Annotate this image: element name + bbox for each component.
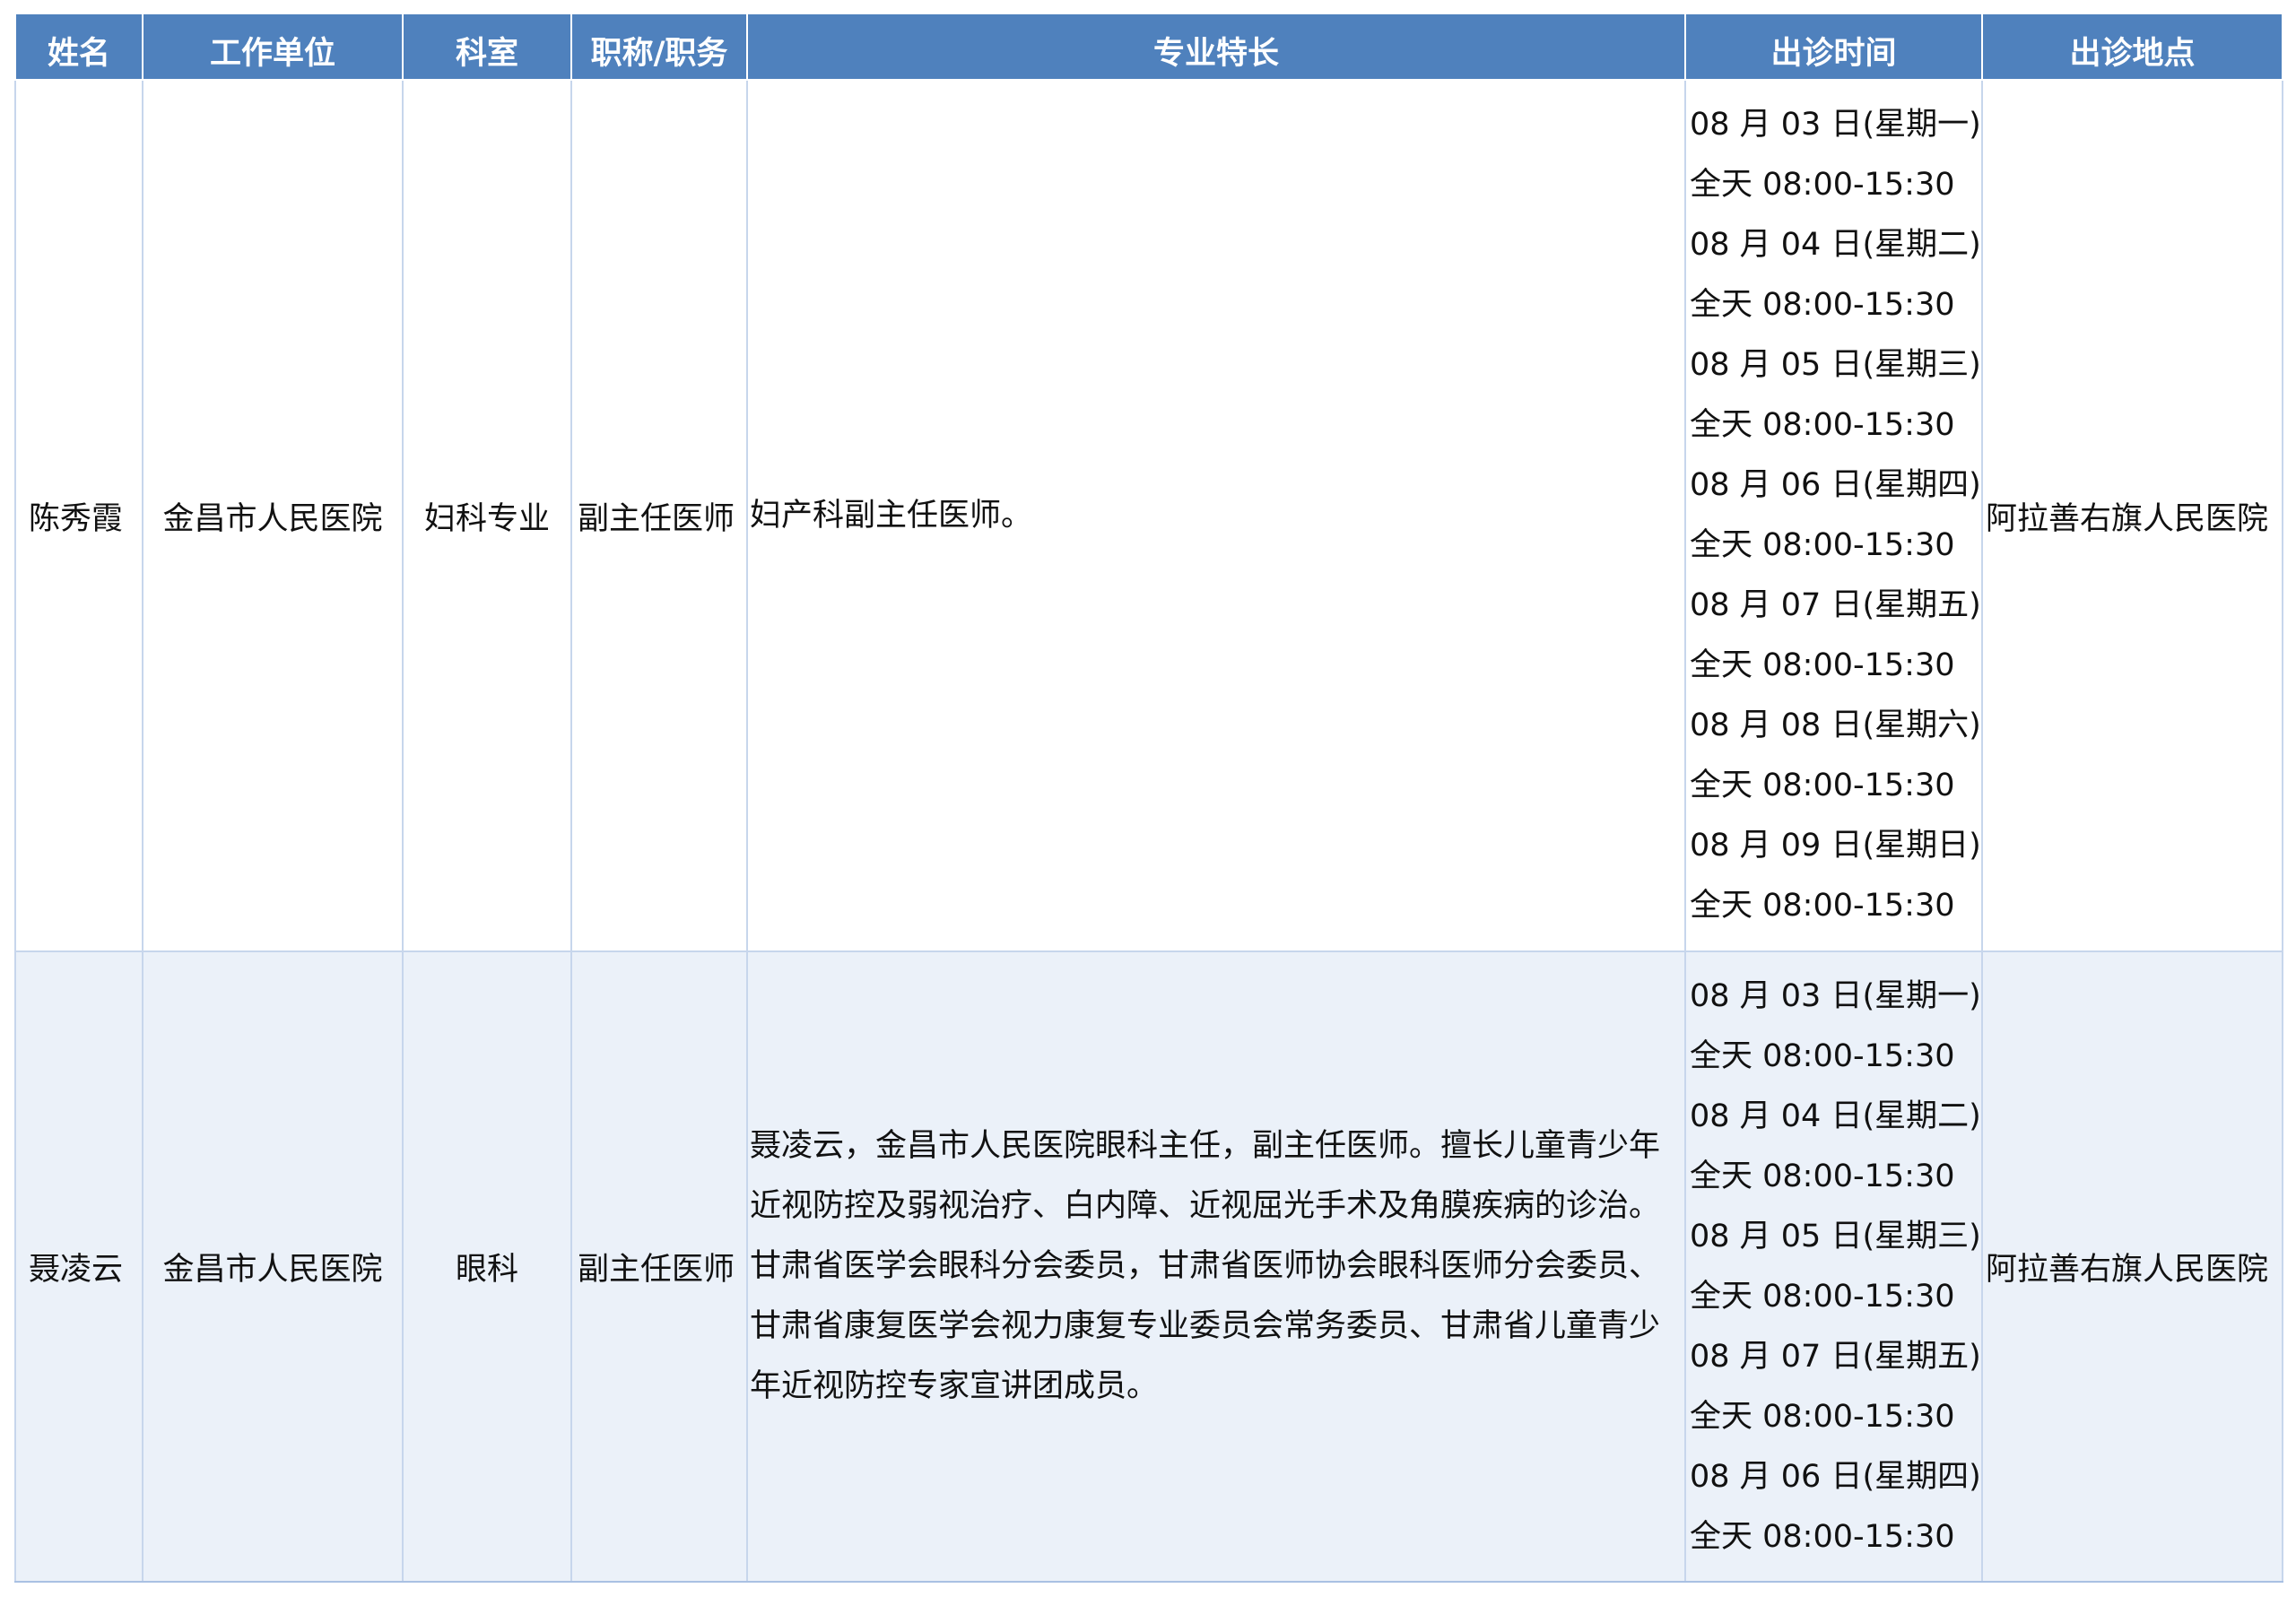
- header-time: 出诊时间: [1684, 14, 1983, 81]
- time-line: 全天 08:00-15:30: [1690, 647, 1955, 683]
- time-line: 08 月 04 日(星期二): [1690, 227, 1981, 263]
- time-line: 全天 08:00-15:30: [1690, 407, 1955, 443]
- header-unit-label: 工作单位: [209, 36, 335, 72]
- time-line: 08 月 03 日(星期一): [1690, 107, 1981, 143]
- specialty-text: 聂凌云，金昌市人民医院眼科主任，副主任医师。擅长儿童青少年近视防控及弱视治疗、白…: [750, 1128, 1661, 1404]
- time-line: 全天 08:00-15:30: [1690, 768, 1955, 803]
- header-name-label: 姓名: [47, 36, 110, 72]
- header-title-label: 职称/职务: [590, 36, 728, 72]
- specialty: 妇产科副主任医师。: [746, 80, 1686, 952]
- header-dept-label: 科室: [455, 36, 518, 72]
- job-title: 副主任医师: [570, 80, 748, 952]
- specialty-text: 妇产科副主任医师。: [750, 497, 1033, 534]
- clinic-place: 阿拉善右旗人民医院: [1981, 951, 2283, 1583]
- clinic-time: 08 月 03 日(星期一) 全天 08:00-15:30 08 月 04 日(…: [1684, 80, 1983, 952]
- time-line: 全天 08:00-15:30: [1690, 1158, 1955, 1194]
- clinic-place: 阿拉善右旗人民医院: [1981, 80, 2283, 952]
- time-line: 08 月 05 日(星期三): [1690, 1218, 1981, 1254]
- time-line: 08 月 09 日(星期日): [1690, 828, 1981, 864]
- specialty: 聂凌云，金昌市人民医院眼科主任，副主任医师。擅长儿童青少年近视防控及弱视治疗、白…: [746, 951, 1686, 1583]
- table-row: 聂凌云 金昌市人民医院 眼科 副主任医师 聂凌云，金昌市人民医院眼科主任，副主任…: [14, 951, 2283, 1583]
- time-line: 全天 08:00-15:30: [1690, 1398, 1955, 1435]
- clinic-schedule-table: 姓名 工作单位 科室 职称/职务 专业特长 出诊时间 出诊地点 陈秀霞 金昌市人…: [14, 14, 2283, 1583]
- table-row: 陈秀霞 金昌市人民医院 妇科专业 副主任医师 妇产科副主任医师。 08 月 03…: [14, 80, 2283, 952]
- header-title: 职称/职务: [570, 14, 748, 81]
- time-line: 08 月 06 日(星期四): [1690, 1458, 1981, 1495]
- header-specialty-label: 专业特长: [1152, 36, 1279, 72]
- time-line: 全天 08:00-15:30: [1690, 167, 1955, 203]
- time-line: 08 月 04 日(星期二): [1690, 1098, 1981, 1134]
- time-line: 全天 08:00-15:30: [1690, 287, 1955, 323]
- time-line: 全天 08:00-15:30: [1690, 527, 1955, 563]
- time-line: 全天 08:00-15:30: [1690, 1037, 1955, 1074]
- header-row: 姓名 工作单位 科室 职称/职务 专业特长 出诊时间 出诊地点: [14, 14, 2283, 81]
- time-line: 全天 08:00-15:30: [1690, 1278, 1955, 1315]
- header-place: 出诊地点: [1981, 14, 2283, 81]
- header-name: 姓名: [14, 14, 144, 81]
- time-line: 全天 08:00-15:30: [1690, 1518, 1955, 1555]
- doctor-name: 陈秀霞: [14, 80, 144, 952]
- header-unit: 工作单位: [142, 14, 404, 81]
- table-header: 姓名 工作单位 科室 职称/职务 专业特长 出诊时间 出诊地点: [14, 14, 2283, 81]
- work-unit: 金昌市人民医院: [142, 80, 404, 952]
- work-unit: 金昌市人民医院: [142, 951, 404, 1583]
- header-specialty: 专业特长: [746, 14, 1686, 81]
- time-line: 全天 08:00-15:30: [1690, 888, 1955, 924]
- header-dept: 科室: [402, 14, 572, 81]
- table-body: 陈秀霞 金昌市人民医院 妇科专业 副主任医师 妇产科副主任医师。 08 月 03…: [14, 80, 2283, 1583]
- time-line: 08 月 08 日(星期六): [1690, 707, 1981, 743]
- doctor-name: 聂凌云: [14, 951, 144, 1583]
- header-time-label: 出诊时间: [1770, 36, 1897, 72]
- time-line: 08 月 07 日(星期五): [1690, 1338, 1981, 1375]
- department: 妇科专业: [402, 80, 572, 952]
- department: 眼科: [402, 951, 572, 1583]
- job-title: 副主任医师: [570, 951, 748, 1583]
- time-line: 08 月 07 日(星期五): [1690, 587, 1981, 623]
- clinic-schedule-sheet: 姓名 工作单位 科室 职称/职务 专业特长 出诊时间 出诊地点 陈秀霞 金昌市人…: [14, 14, 2283, 1583]
- time-line: 08 月 03 日(星期一): [1690, 977, 1981, 1014]
- time-line: 08 月 06 日(星期四): [1690, 467, 1981, 503]
- header-place-label: 出诊地点: [2069, 36, 2196, 72]
- time-line: 08 月 05 日(星期三): [1690, 347, 1981, 383]
- clinic-time: 08 月 03 日(星期一) 全天 08:00-15:30 08 月 04 日(…: [1684, 951, 1983, 1583]
